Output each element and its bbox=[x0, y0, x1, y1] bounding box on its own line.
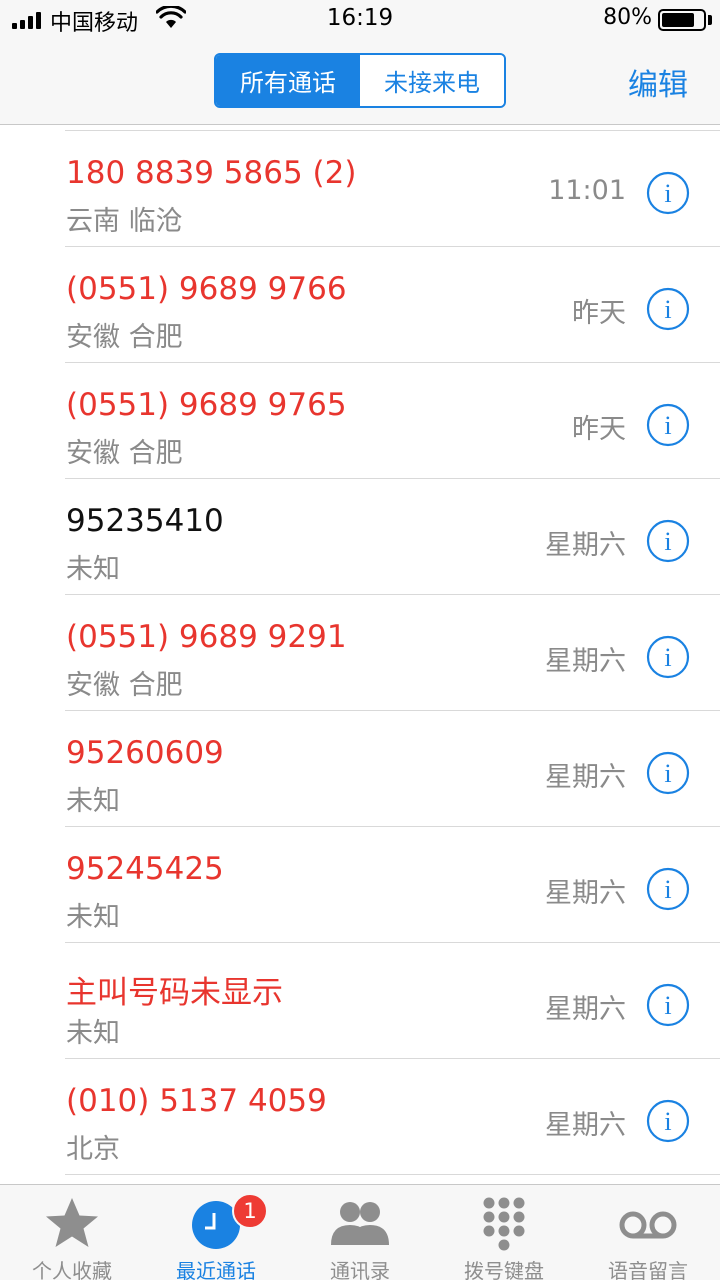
call-row[interactable]: (0551) 9689 9766 安徽 合肥 昨天 i bbox=[0, 247, 720, 363]
tab-voicemail[interactable]: 语音留言 bbox=[576, 1185, 720, 1280]
battery-percent: 80% bbox=[603, 5, 652, 30]
caller-number: 主叫号码未显示 bbox=[66, 975, 283, 1011]
call-time: 星期六 bbox=[545, 1110, 626, 1141]
row-separator bbox=[65, 1174, 720, 1175]
info-icon[interactable]: i bbox=[646, 171, 690, 215]
info-icon[interactable]: i bbox=[646, 1099, 690, 1143]
svg-text:i: i bbox=[664, 295, 671, 324]
call-time: 星期六 bbox=[545, 530, 626, 561]
svg-text:i: i bbox=[664, 875, 671, 904]
svg-text:i: i bbox=[664, 1107, 671, 1136]
star-icon bbox=[46, 1198, 98, 1247]
recent-calls-list[interactable]: 180 8839 5865 (2) 云南 临沧 11:01 i (0551) 9689 … bbox=[0, 126, 720, 1184]
missed-calls-badge: 1 bbox=[232, 1193, 268, 1229]
call-time: 昨天 bbox=[572, 298, 626, 329]
status-bar: 中国移动 16:19 80% bbox=[0, 0, 720, 40]
caller-location: 安徽 合肥 bbox=[66, 670, 183, 701]
caller-location: 北京 bbox=[66, 1134, 120, 1165]
info-icon[interactable]: i bbox=[646, 983, 690, 1027]
caller-number: 95245425 bbox=[66, 851, 224, 887]
caller-location: 云南 临沧 bbox=[66, 206, 183, 237]
caller-number: (010) 5137 4059 bbox=[66, 1083, 327, 1119]
call-time: 星期六 bbox=[545, 878, 626, 909]
svg-text:i: i bbox=[664, 643, 671, 672]
call-time: 星期六 bbox=[545, 994, 626, 1025]
battery-fill bbox=[662, 13, 694, 27]
svg-text:i: i bbox=[664, 179, 671, 208]
call-row[interactable]: (0551) 9689 9765 安徽 合肥 昨天 i bbox=[0, 363, 720, 479]
call-row[interactable]: (010) 5137 4059 北京 星期六 i bbox=[0, 1059, 720, 1175]
call-time: 昨天 bbox=[572, 414, 626, 445]
caller-number: (0551) 9689 9766 bbox=[66, 271, 347, 307]
contacts-icon bbox=[331, 1202, 389, 1245]
caller-number: 95235410 bbox=[66, 503, 224, 539]
svg-text:i: i bbox=[664, 991, 671, 1020]
call-time: 星期六 bbox=[545, 762, 626, 793]
tab-keypad[interactable]: 拨号键盘 bbox=[432, 1185, 576, 1280]
caller-number: (0551) 9689 9291 bbox=[66, 619, 347, 655]
call-row[interactable]: 95235410 未知 星期六 i bbox=[0, 479, 720, 595]
info-icon[interactable]: i bbox=[646, 751, 690, 795]
tab-label: 最近通话 bbox=[176, 1259, 256, 1280]
call-filter-segmented-control: 所有通话 未接来电 bbox=[214, 53, 506, 108]
info-icon[interactable]: i bbox=[646, 519, 690, 563]
segment-all-calls[interactable]: 所有通话 bbox=[216, 55, 360, 106]
caller-location: 安徽 合肥 bbox=[66, 322, 183, 353]
tab-contacts[interactable]: 通讯录 bbox=[288, 1185, 432, 1280]
tab-recents[interactable]: 1 最近通话 bbox=[144, 1185, 288, 1280]
call-row[interactable]: 主叫号码未显示未知 星期六 i bbox=[0, 943, 720, 1059]
tab-label: 个人收藏 bbox=[32, 1259, 112, 1280]
info-icon[interactable]: i bbox=[646, 635, 690, 679]
call-time: 星期六 bbox=[545, 646, 626, 677]
tab-favorites[interactable]: 个人收藏 bbox=[0, 1185, 144, 1280]
info-icon[interactable]: i bbox=[646, 403, 690, 447]
nav-bar: 所有通话 未接来电 编辑 bbox=[0, 40, 720, 125]
call-row[interactable]: 95260609 未知 星期六 i bbox=[0, 711, 720, 827]
caller-location: 未知 bbox=[66, 1018, 120, 1049]
caller-location: 未知 bbox=[66, 554, 120, 585]
call-row[interactable]: 180 8839 5865 (2) 云南 临沧 11:01 i bbox=[0, 131, 720, 247]
info-icon[interactable]: i bbox=[646, 867, 690, 911]
caller-location: 安徽 合肥 bbox=[66, 438, 183, 469]
caller-location: 未知 bbox=[66, 786, 120, 817]
voicemail-icon bbox=[619, 1211, 677, 1239]
keypad-icon bbox=[483, 1197, 525, 1251]
call-time: 11:01 bbox=[548, 175, 626, 206]
caller-number: 95260609 bbox=[66, 735, 224, 771]
svg-text:i: i bbox=[664, 759, 671, 788]
call-row[interactable]: 95245425 未知 星期六 i bbox=[0, 827, 720, 943]
battery-icon bbox=[658, 9, 706, 31]
battery-tip bbox=[708, 15, 712, 25]
call-row[interactable]: (0551) 9689 9291 安徽 合肥 星期六 i bbox=[0, 595, 720, 711]
svg-text:i: i bbox=[664, 527, 671, 556]
tab-label: 通讯录 bbox=[330, 1259, 390, 1280]
svg-text:i: i bbox=[664, 411, 671, 440]
tab-bar: 个人收藏 1 最近通话 通讯录 拨号键盘 语音留言 bbox=[0, 1184, 720, 1280]
tab-label: 拨号键盘 bbox=[464, 1259, 544, 1280]
edit-button[interactable]: 编辑 bbox=[628, 60, 688, 104]
caller-location: 未知 bbox=[66, 902, 120, 933]
info-icon[interactable]: i bbox=[646, 287, 690, 331]
caller-number: (0551) 9689 9765 bbox=[66, 387, 347, 423]
tab-label: 语音留言 bbox=[608, 1259, 688, 1280]
caller-number: 180 8839 5865 (2) bbox=[66, 155, 357, 191]
segment-missed-calls[interactable]: 未接来电 bbox=[360, 55, 504, 106]
